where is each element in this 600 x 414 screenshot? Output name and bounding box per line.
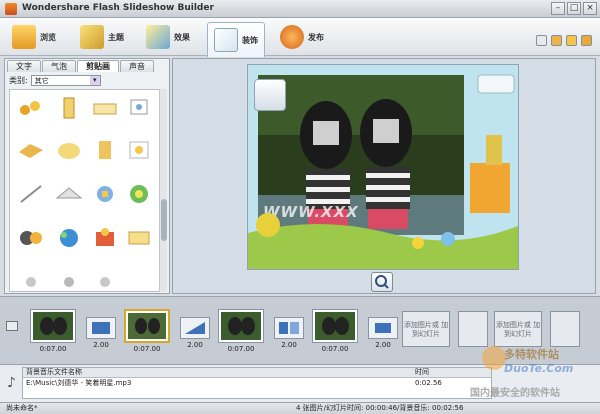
clipart-item[interactable] (124, 136, 154, 164)
open-icon[interactable] (551, 35, 562, 46)
category-label: 类别: (9, 76, 28, 85)
clip-duration: 0:07.00 (39, 345, 67, 353)
lock-key-icon[interactable] (254, 79, 286, 111)
clipart-scrollbar[interactable] (159, 89, 167, 292)
clipart-item[interactable] (16, 268, 46, 291)
clipart-item[interactable] (124, 94, 154, 122)
clipart-item[interactable] (124, 180, 154, 208)
publish-icon (280, 25, 304, 49)
clipart-item[interactable] (124, 224, 154, 252)
clipart-item[interactable] (90, 268, 120, 291)
pencil-icon (214, 28, 238, 52)
clip-duration: 0:07.00 (227, 345, 255, 353)
app-icon (5, 3, 17, 15)
brush-icon (80, 25, 104, 49)
settings-icon[interactable] (566, 35, 577, 46)
transition-slot[interactable]: 2.00 (368, 317, 398, 357)
empty-slide-slot[interactable]: 添加图片或 加到幻灯片 (402, 311, 450, 347)
tab-text[interactable]: 文字 (7, 60, 41, 72)
clipart-item[interactable] (16, 224, 46, 252)
save-icon[interactable] (536, 35, 547, 46)
slide-clip[interactable]: 0:07.00 (312, 309, 358, 359)
slide-clip[interactable]: 0:07.00 (124, 309, 170, 359)
status-summary: 4 张图片/幻灯片时间: 00:00:46/背景音乐: 00:02:56 (296, 404, 464, 412)
col-music-name: 背景音乐文件名称 (26, 368, 82, 376)
scroll-thumb[interactable] (161, 199, 167, 241)
clip-duration: 0:07.00 (133, 345, 161, 353)
music-panel: ♪ 背景音乐文件名称 时间 E:\Music\刘德华 - 笑着明星.mp3 0:… (0, 364, 600, 402)
tab-clipart[interactable]: 剪贴画 (77, 60, 119, 72)
preview-area: WWW.XXX (172, 58, 596, 294)
transition-duration: 2.00 (93, 341, 109, 349)
browse-tab[interactable]: 浏览 (6, 22, 62, 52)
transition-duration: 2.00 (281, 341, 297, 349)
clipart-item[interactable] (54, 94, 84, 122)
transition-slot[interactable]: 2.00 (180, 317, 210, 357)
project-name: 尚未命名* (6, 404, 38, 412)
music-file: E:\Music\刘德华 - 笑着明星.mp3 (26, 379, 132, 387)
publish-tab[interactable]: 发布 (274, 22, 330, 52)
clipart-item[interactable] (16, 94, 46, 122)
col-music-time: 时间 (415, 368, 429, 376)
clipart-item[interactable] (54, 180, 84, 208)
folder-icon (12, 25, 36, 49)
clipart-grid (9, 89, 161, 292)
title-bar: Wondershare Flash Slideshow Builder – □ … (0, 0, 600, 18)
effects-tab[interactable]: 效果 (140, 22, 196, 52)
slide-preview[interactable]: WWW.XXX (247, 64, 519, 270)
transition-duration: 2.00 (187, 341, 203, 349)
category-select[interactable]: 其它 ▾ (30, 75, 101, 86)
help-icon[interactable] (581, 35, 592, 46)
music-note-icon: ♪ (7, 375, 16, 391)
transition-duration: 2.00 (375, 341, 391, 349)
clipart-item[interactable] (16, 136, 46, 164)
slide-clip[interactable]: 0:07.00 (218, 309, 264, 359)
decoration-panel: 文字 气泡 剪贴画 声音 类别: 其它 ▾ (4, 58, 170, 294)
music-table: 背景音乐文件名称 时间 E:\Music\刘德华 - 笑着明星.mp3 0:02… (22, 367, 492, 399)
main-toolbar: 浏览 主题 效果 装饰 发布 (0, 18, 600, 57)
clipart-item[interactable] (54, 136, 84, 164)
chevron-down-icon: ▾ (89, 76, 100, 85)
clipart-item[interactable] (54, 224, 84, 252)
empty-transition-slot[interactable] (550, 311, 580, 347)
music-table-header: 背景音乐文件名称 时间 (23, 368, 491, 378)
empty-slide-slot[interactable]: 添加图片或 加到幻灯片 (494, 311, 542, 347)
clip-duration: 0:07.00 (321, 345, 349, 353)
zoom-button[interactable] (371, 272, 393, 292)
window-title: Wondershare Flash Slideshow Builder (22, 3, 214, 13)
clipart-item[interactable] (90, 136, 120, 164)
minimize-button[interactable]: – (551, 2, 565, 15)
transition-slot[interactable]: 2.00 (86, 317, 116, 357)
decorate-tab[interactable]: 装饰 (207, 22, 265, 57)
tab-sound[interactable]: 声音 (120, 60, 154, 72)
empty-transition-slot[interactable] (458, 311, 488, 347)
clipart-item[interactable] (16, 180, 46, 208)
effects-icon (146, 25, 170, 49)
clipart-item[interactable] (54, 268, 84, 291)
clipart-item[interactable] (90, 224, 120, 252)
storyboard: 0:07.00 2.00 0:07.00 2.00 0:07.00 2.00 0… (0, 296, 600, 364)
clipart-item[interactable] (90, 94, 120, 122)
tab-bubble[interactable]: 气泡 (42, 60, 76, 72)
maximize-button[interactable]: □ (567, 2, 581, 15)
clipart-item[interactable] (90, 180, 120, 208)
storyboard-toggle-icon[interactable] (6, 321, 18, 331)
transition-slot[interactable]: 2.00 (274, 317, 304, 357)
close-button[interactable]: × (583, 2, 597, 15)
theme-tab[interactable]: 主题 (74, 22, 130, 52)
slide-clip[interactable]: 0:07.00 (30, 309, 76, 359)
status-bar: 尚未命名* 4 张图片/幻灯片时间: 00:00:46/背景音乐: 00:02:… (0, 402, 600, 414)
music-row[interactable]: E:\Music\刘德华 - 笑着明星.mp3 0:02.56 (23, 379, 491, 389)
music-time: 0:02.56 (415, 379, 442, 387)
